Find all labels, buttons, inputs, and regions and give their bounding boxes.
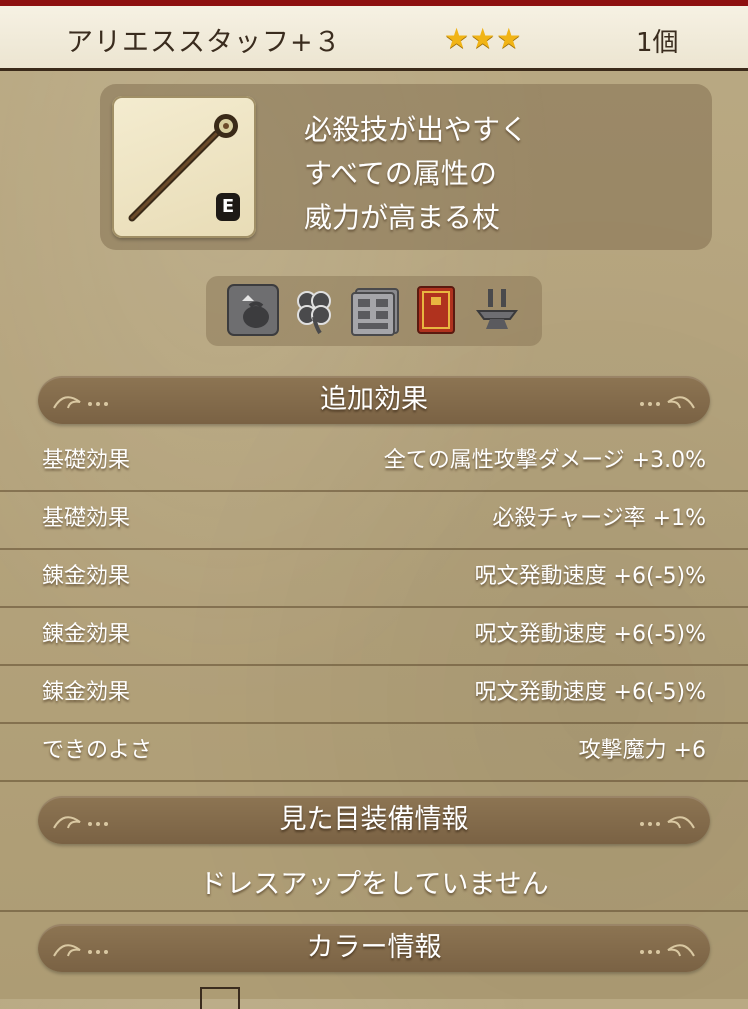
section-divider: [0, 910, 748, 912]
effect-value: 呪文発動速度 +6(-5)%: [474, 622, 706, 647]
effect-label: 基礎効果: [42, 506, 131, 531]
effect-row: 錬金効果 呪文発動速度 +6(-5)%: [0, 548, 748, 608]
effect-value: 呪文発動速度 +6(-5)%: [474, 564, 706, 589]
dressup-status-text: ドレスアップをしていません: [199, 869, 549, 900]
star-rating: ★★★: [444, 22, 523, 55]
effect-value: 呪文発動速度 +6(-5)%: [474, 680, 706, 705]
item-name: アリエススタッフ+３: [66, 27, 342, 58]
red-book-icon[interactable]: [409, 283, 463, 337]
effect-value: 必殺チャージ率 +1%: [492, 506, 706, 531]
flourish-right-icon: [640, 396, 695, 409]
effects-section-title: 追加効果: [320, 384, 428, 415]
effect-label: 錬金効果: [42, 622, 131, 647]
anvil-icon[interactable]: [470, 283, 524, 337]
bag-return-icon[interactable]: [226, 283, 280, 337]
effect-label: 錬金効果: [42, 680, 131, 705]
equipped-badge: E: [216, 193, 240, 221]
item-description: 必殺技が出やすく すべての属性の 威力が高まる杖: [304, 113, 529, 234]
flourish-right-icon: [640, 944, 695, 957]
color-section-header: カラー情報: [38, 924, 710, 972]
appearance-section-header: 見た目装備情報: [38, 796, 710, 844]
effects-section-header: 追加効果: [38, 376, 710, 424]
effect-row: 基礎効果 必殺チャージ率 +1%: [0, 490, 748, 550]
effect-label: できのよさ: [42, 738, 153, 763]
item-header: アリエススタッフ+３ ★★★ 1個: [0, 6, 748, 71]
effect-row: 基礎効果 全ての属性攻撃ダメージ +3.0%: [0, 432, 748, 492]
effect-row: できのよさ 攻撃魔力 +6: [0, 722, 748, 782]
storage-drawer-icon[interactable]: [348, 283, 402, 337]
effect-value: 攻撃魔力 +6: [578, 738, 706, 763]
effect-value: 全ての属性攻撃ダメージ +3.0%: [383, 448, 706, 473]
effect-row: 錬金効果 呪文発動速度 +6(-5)%: [0, 606, 748, 666]
clover-icon[interactable]: [287, 283, 341, 337]
color-swatch-frame: [200, 987, 240, 1009]
effect-label: 錬金効果: [42, 564, 131, 589]
appearance-section-title: 見た目装備情報: [279, 804, 469, 835]
item-quantity: 1個: [636, 28, 679, 58]
color-section-title: カラー情報: [306, 932, 442, 963]
flourish-right-icon: [640, 816, 695, 829]
effect-row: 錬金効果 呪文発動速度 +6(-5)%: [0, 664, 748, 724]
effect-label: 基礎効果: [42, 448, 131, 473]
